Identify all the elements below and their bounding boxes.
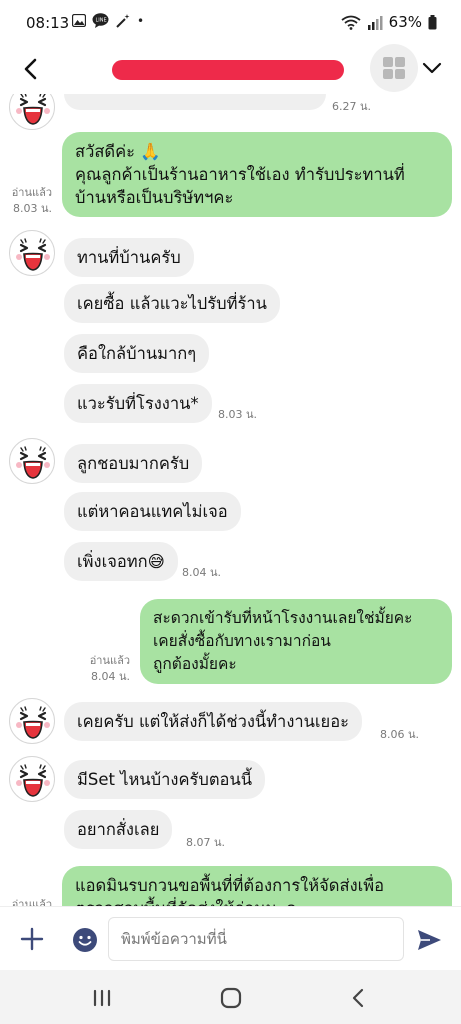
gallery-icon	[72, 14, 86, 27]
message-composer	[0, 906, 461, 970]
emoji-icon	[73, 928, 97, 952]
laughing-face-icon	[16, 238, 50, 271]
status-bar: 08:13 LINE • 63%	[0, 0, 461, 44]
system-nav-bar	[0, 970, 461, 1024]
home-button[interactable]	[217, 984, 245, 1012]
contact-name-redacted	[112, 60, 344, 80]
message-time: 8.06 น.	[380, 728, 420, 741]
message-time: 8.04 น.	[90, 670, 130, 683]
emoji-button[interactable]	[72, 927, 98, 953]
message-bubble-incoming[interactable]: แวะรับที่โรงงาน*	[64, 384, 212, 423]
message-time: 8.03 น.	[218, 408, 258, 421]
message-bubble-outgoing[interactable]: สะดวกเข้ารับที่หน้าโรงงานเลยใช่มั้ยคะ เค…	[140, 599, 452, 684]
magic-wand-icon	[116, 14, 130, 28]
message-bubble-outgoing[interactable]: สวัสดีค่ะ 🙏 คุณลูกค้าเป็นร้านอาหารใช้เอง…	[62, 132, 452, 217]
avatar[interactable]	[9, 756, 55, 802]
laughing-face-icon	[16, 706, 50, 739]
battery-percent: 63%	[388, 13, 422, 31]
line-app-icon: LINE	[92, 13, 109, 28]
apps-button[interactable]	[370, 44, 418, 92]
notification-dot: •	[137, 13, 145, 28]
message-time: 8.04 น.	[182, 566, 222, 579]
message-time: 8.03 น.	[12, 202, 52, 215]
message-bubble-incoming[interactable]: อยากสั่งเลย	[64, 810, 173, 849]
avatar[interactable]	[9, 438, 55, 484]
laughing-face-icon	[16, 764, 50, 797]
laughing-face-icon	[16, 94, 50, 125]
svg-text:LINE: LINE	[96, 18, 107, 24]
chat-area[interactable]: 6.27 น. อ่านแล้ว 8.03 น. สวัสดีค่ะ 🙏 คุณ…	[0, 94, 461, 906]
message-input[interactable]	[108, 917, 404, 961]
send-button[interactable]	[414, 925, 444, 955]
message-time: 8.07 น.	[186, 836, 226, 849]
battery-icon	[428, 14, 437, 29]
recents-button[interactable]	[88, 984, 116, 1012]
system-icons: 63%	[341, 13, 437, 31]
plus-icon	[20, 927, 44, 951]
read-receipt: อ่านแล้ว	[11, 898, 52, 906]
read-receipt: อ่านแล้ว	[11, 186, 52, 199]
attach-button[interactable]	[18, 925, 46, 953]
signal-icon	[367, 15, 383, 30]
message-bubble-incoming[interactable]: เคยซื้อ แล้วแวะไปรับที่ร้าน	[64, 284, 280, 323]
message-time: 6.27 น.	[332, 100, 372, 113]
message-bubble-incoming[interactable]: มีSet ไหนบ้างครับตอนนี้	[64, 760, 266, 799]
message-bubble-incoming[interactable]	[64, 94, 326, 110]
send-icon	[418, 930, 441, 950]
message-bubble-incoming[interactable]: คือใกล้บ้านมากๆ	[64, 334, 210, 373]
chevron-left-icon	[24, 58, 37, 80]
avatar[interactable]	[9, 94, 55, 130]
message-bubble-incoming[interactable]: เพิ่งเจอทก😅	[64, 542, 178, 581]
avatar[interactable]	[9, 698, 55, 744]
message-bubble-incoming[interactable]: ลูกชอบมากครับ	[64, 444, 203, 483]
read-receipt: อ่านแล้ว	[89, 654, 130, 667]
back-nav-button[interactable]	[344, 984, 372, 1012]
wifi-icon	[341, 15, 361, 30]
laughing-face-icon	[16, 446, 50, 479]
chevron-down-icon	[422, 62, 442, 74]
message-bubble-incoming[interactable]: แต่หาคอนแทคไม่เจอ	[64, 492, 241, 531]
home-icon	[220, 987, 242, 1009]
recents-icon	[93, 989, 111, 1007]
message-bubble-outgoing[interactable]: แอดมินรบกวนขอพื้นที่ที่ต้องการให้จัดส่งเ…	[62, 866, 452, 906]
grid-icon	[383, 57, 393, 67]
chat-header	[0, 44, 461, 94]
back-icon	[352, 988, 364, 1008]
message-bubble-incoming[interactable]: เคยครับ แต่ให้ส่งก็ได้ช่วงนี้ทำงานเยอะ	[64, 702, 363, 741]
status-time: 08:13	[26, 14, 70, 32]
back-button[interactable]	[16, 54, 46, 84]
message-bubble-incoming[interactable]: ทานที่บ้านครับ	[64, 238, 194, 277]
menu-button[interactable]	[420, 56, 444, 80]
notification-icons: LINE •	[72, 13, 144, 28]
avatar[interactable]	[9, 230, 55, 276]
